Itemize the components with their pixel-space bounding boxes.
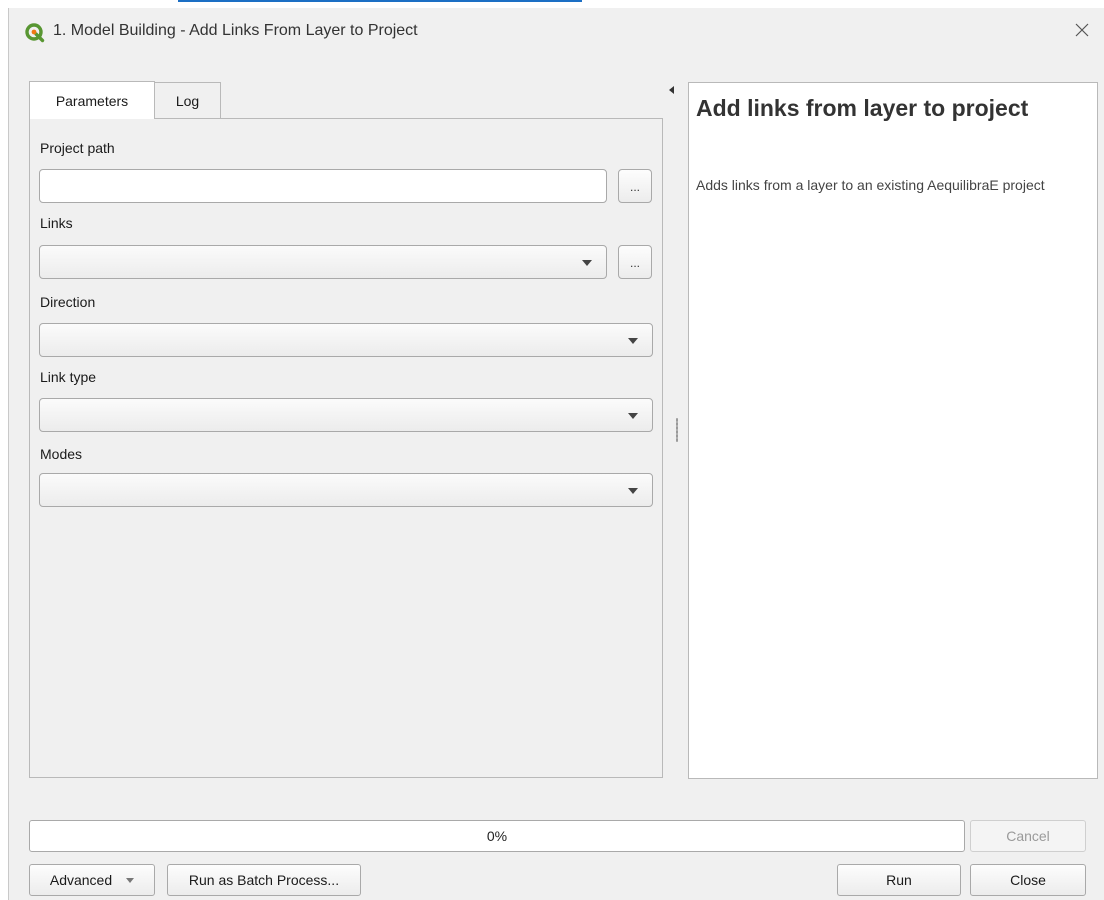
advanced-label: Advanced [49, 872, 113, 888]
top-strip [0, 0, 1104, 8]
caret-down-icon [126, 877, 135, 883]
help-title: Add links from layer to project [696, 95, 1029, 121]
tab-log[interactable]: Log [155, 82, 221, 118]
cancel-button[interactable]: Cancel [970, 820, 1086, 852]
modes-combo[interactable] [39, 473, 653, 507]
link-type-combo[interactable] [39, 398, 653, 432]
progress-bar: 0% [29, 820, 965, 852]
taskbar-accent [178, 0, 582, 2]
chevron-down-icon [628, 413, 638, 419]
chevron-down-icon [582, 260, 592, 266]
help-description: Adds links from a layer to an existing A… [696, 177, 1045, 193]
chevron-down-icon [628, 338, 638, 344]
progress-text: 0% [486, 828, 508, 844]
help-panel: Add links from layer to project Adds lin… [688, 82, 1098, 779]
collapse-arrow-icon[interactable] [669, 86, 674, 94]
project-path-input[interactable] [39, 169, 607, 203]
close-button[interactable]: Close [970, 864, 1086, 896]
chevron-down-icon [628, 488, 638, 494]
modes-label: Modes [40, 446, 83, 462]
project-path-label: Project path [40, 140, 115, 156]
links-label: Links [40, 215, 73, 231]
title-bar: 1. Model Building - Add Links From Layer… [9, 8, 1104, 56]
run-batch-button[interactable]: Run as Batch Process... [167, 864, 361, 896]
links-options-button[interactable]: ... [618, 245, 652, 279]
dialog-window: 1. Model Building - Add Links From Layer… [8, 8, 1104, 900]
qgis-logo-icon [25, 23, 45, 43]
window-title: 1. Model Building - Add Links From Layer… [53, 22, 418, 39]
parameters-panel: Project path ... Links ... Direction Lin… [29, 118, 663, 778]
advanced-button[interactable]: Advanced [29, 864, 155, 896]
link-type-label: Link type [40, 369, 97, 385]
close-icon[interactable] [1071, 19, 1093, 41]
run-button[interactable]: Run [837, 864, 961, 896]
direction-combo[interactable] [39, 323, 653, 357]
direction-label: Direction [40, 294, 96, 310]
tab-parameters[interactable]: Parameters [29, 81, 155, 119]
links-combo[interactable] [39, 245, 607, 279]
project-path-browse-button[interactable]: ... [618, 169, 652, 203]
splitter-handle[interactable] [676, 418, 678, 442]
